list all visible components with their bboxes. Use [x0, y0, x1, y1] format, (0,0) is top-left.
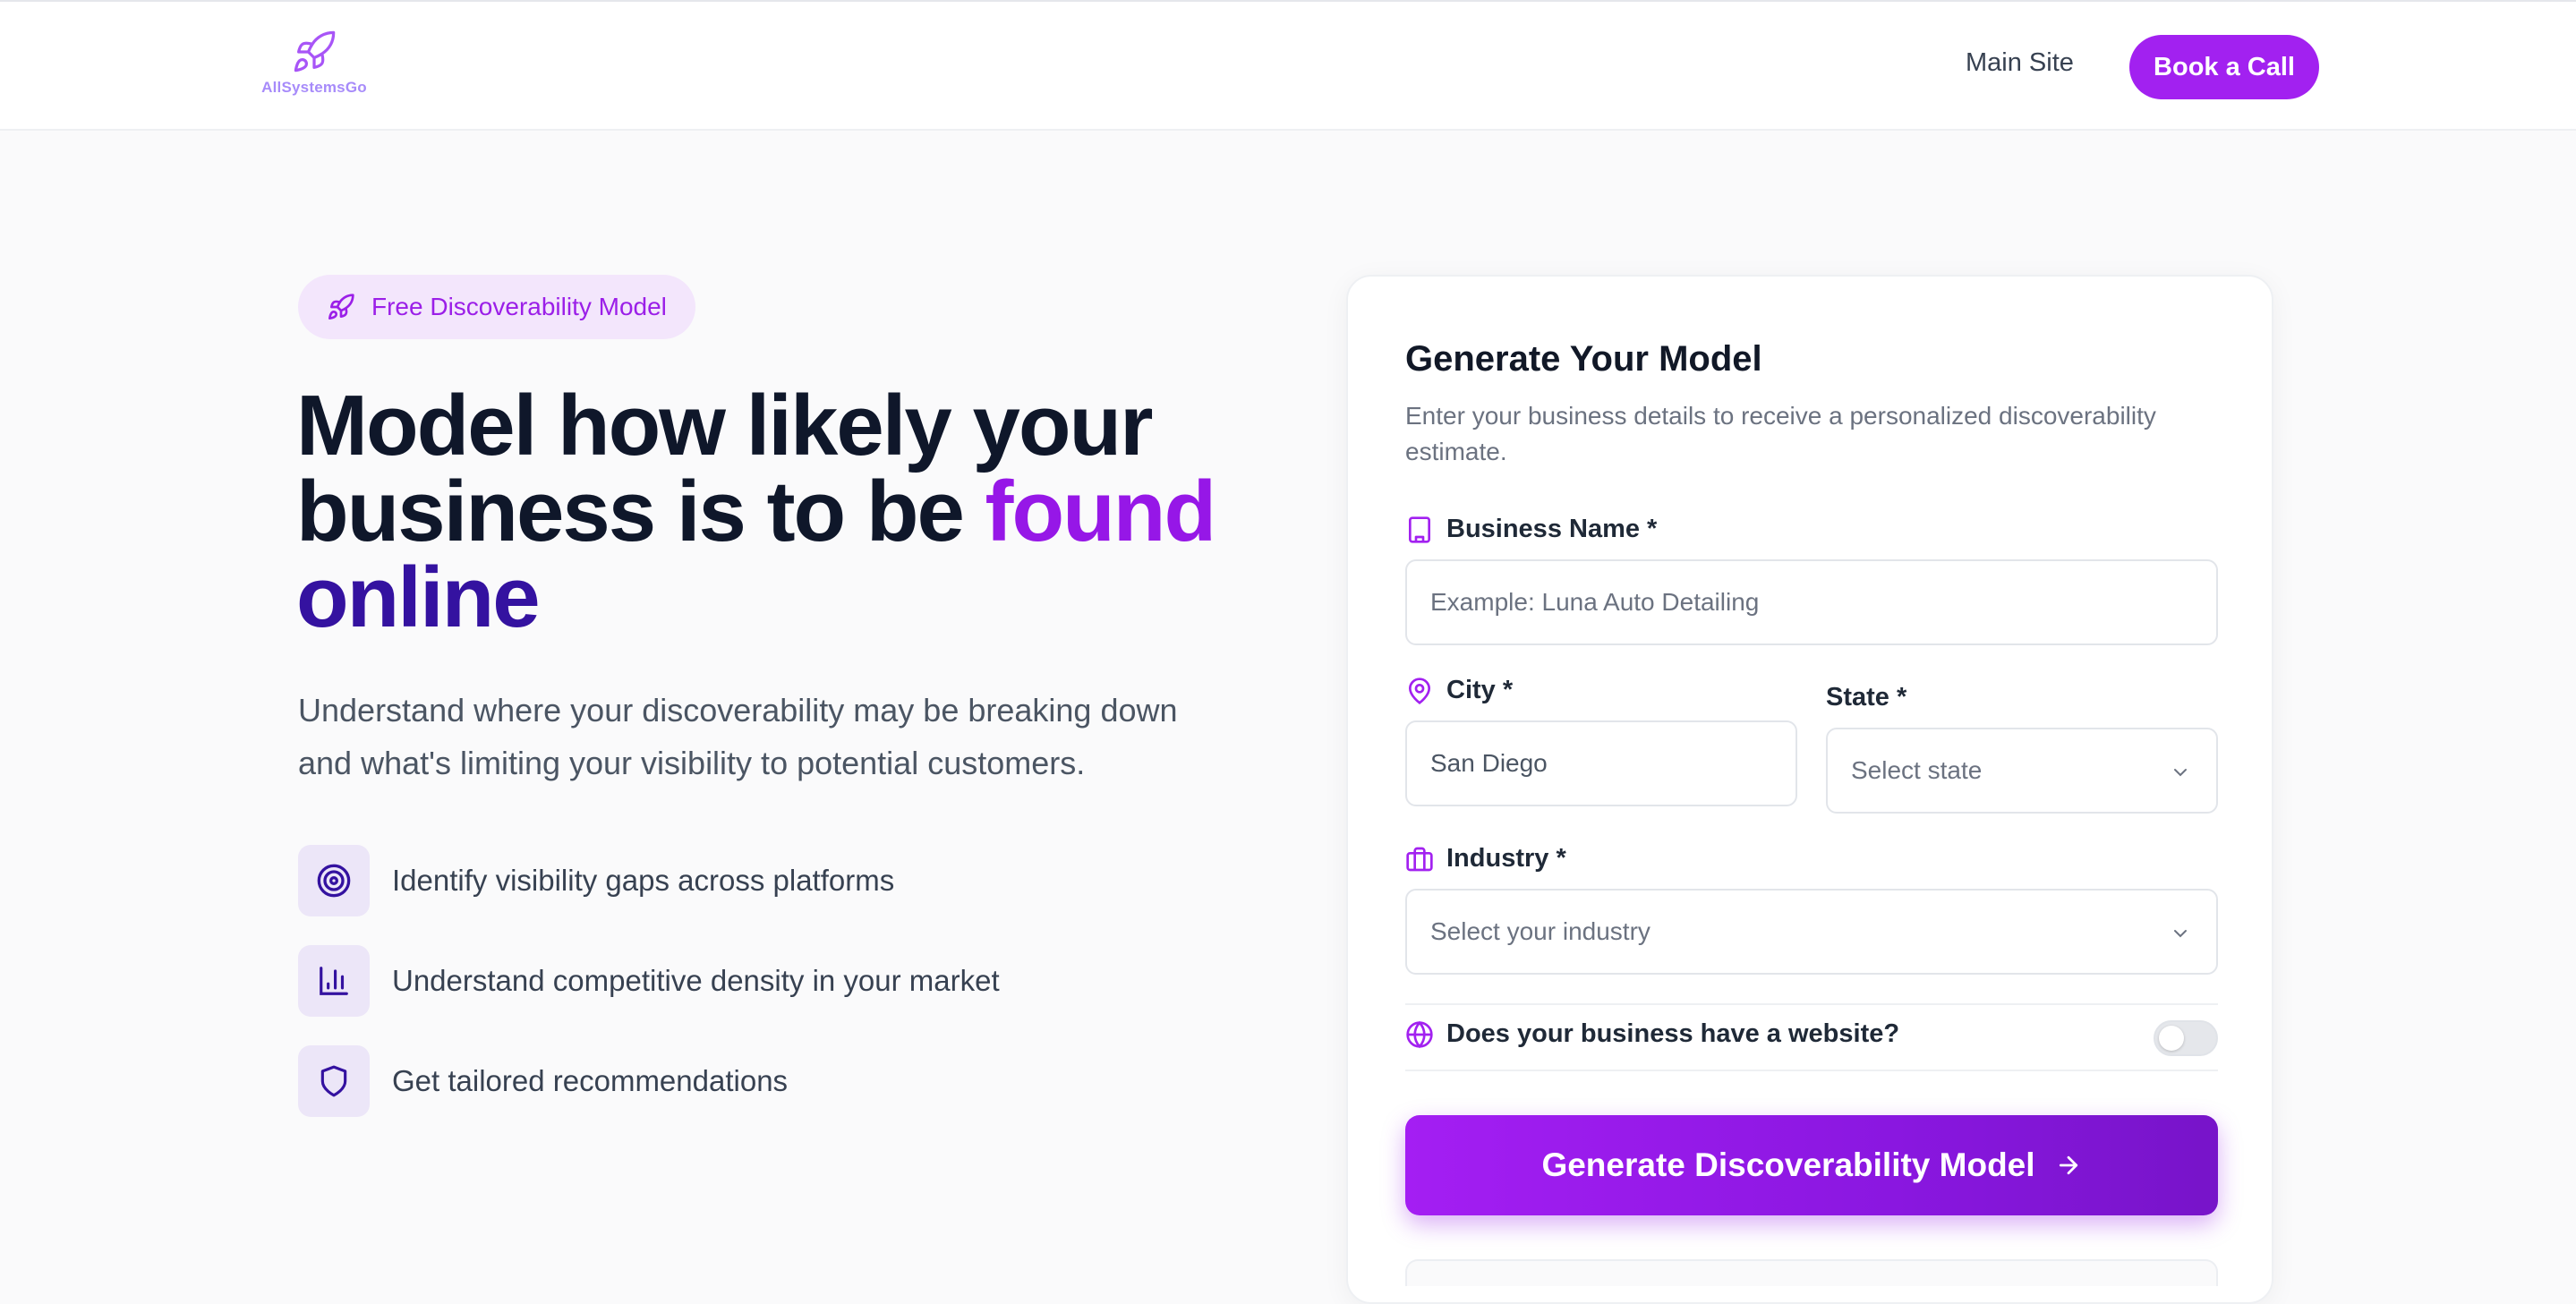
next-section-peek — [1405, 1259, 2218, 1286]
toggle-knob — [2159, 1026, 2184, 1051]
feature-text: Understand competitive density in your m… — [392, 964, 1000, 997]
divider — [1405, 1070, 2218, 1071]
model-form-card: Generate Your Model Enter your business … — [1346, 275, 2273, 1304]
arrow-right-icon — [2059, 1155, 2077, 1175]
feature-item: Understand competitive density in your m… — [298, 945, 1000, 1017]
generate-model-button[interactable]: Generate Discoverability Model — [1405, 1115, 2218, 1215]
book-a-call-button[interactable]: Book a Call — [2129, 35, 2319, 99]
map-pin-icon — [1408, 677, 1431, 704]
industry-placeholder: Select your industry — [1430, 917, 1651, 945]
chevron-down-icon — [2174, 930, 2187, 938]
city-input[interactable]: San Diego — [1405, 720, 1797, 806]
feature-text: Get tailored recommendations — [392, 1064, 789, 1097]
top-navigation-bar: AllSystemsGo Main Site Book a Call — [0, 0, 2576, 131]
feature-item: Get tailored recommendations — [298, 1045, 1000, 1117]
form-title: Generate Your Model — [1405, 339, 1762, 379]
feature-text: Identify visibility gaps across platform… — [392, 864, 895, 897]
badge-label: Free Discoverability Model — [371, 293, 667, 320]
state-label-text: State * — [1826, 683, 1907, 712]
free-model-badge: Free Discoverability Model — [298, 275, 695, 339]
rocket-logo-icon — [294, 30, 336, 72]
industry-select[interactable]: Select your industry — [1405, 889, 2218, 975]
rocket-icon — [328, 294, 354, 320]
state-select[interactable]: Select state — [1826, 728, 2218, 814]
logo-text: AllSystemsGo — [261, 79, 367, 96]
generate-button-label: Generate Discoverability Model — [1541, 1146, 2035, 1183]
target-icon — [298, 845, 370, 916]
briefcase-icon — [1406, 847, 1433, 871]
shield-icon — [298, 1045, 370, 1117]
state-label: State * — [1826, 683, 1906, 712]
website-question-label: Does your business have a website? — [1405, 1019, 1899, 1049]
website-toggle[interactable] — [2154, 1020, 2218, 1056]
globe-icon — [1406, 1020, 1433, 1048]
headline-highlight-found: found — [985, 464, 1217, 559]
industry-label-text: Industry * — [1446, 844, 1566, 873]
main-site-link[interactable]: Main Site — [1966, 48, 2074, 78]
hero-subtext: Understand where your discoverability ma… — [298, 692, 1178, 781]
city-value: San Diego — [1430, 749, 1548, 777]
brand-logo[interactable]: AllSystemsGo — [256, 29, 372, 104]
feature-item: Identify visibility gaps across platform… — [298, 845, 1000, 916]
chevron-down-icon — [2174, 769, 2187, 777]
bar-chart-icon — [298, 945, 370, 1017]
state-placeholder: Select state — [1851, 756, 1983, 784]
business-name-label-text: Business Name * — [1446, 515, 1658, 543]
divider — [1405, 1003, 2218, 1005]
city-label: City * — [1405, 676, 1513, 705]
building-icon — [1409, 516, 1430, 543]
industry-label: Industry * — [1405, 844, 1566, 874]
form-description: Enter your business details to receive a… — [1405, 402, 2156, 465]
business-name-placeholder: Example: Luna Auto Detailing — [1430, 588, 1760, 616]
city-label-text: City * — [1446, 676, 1514, 704]
headline-highlight-online: online — [296, 550, 541, 645]
website-question-text: Does your business have a website? — [1446, 1019, 1900, 1048]
hero-headline: Model how likely your business is to be … — [296, 383, 1263, 641]
feature-list: Identify visibility gaps across platform… — [298, 845, 1000, 1146]
business-name-input[interactable]: Example: Luna Auto Detailing — [1405, 559, 2218, 645]
business-name-label: Business Name * — [1405, 515, 1657, 544]
